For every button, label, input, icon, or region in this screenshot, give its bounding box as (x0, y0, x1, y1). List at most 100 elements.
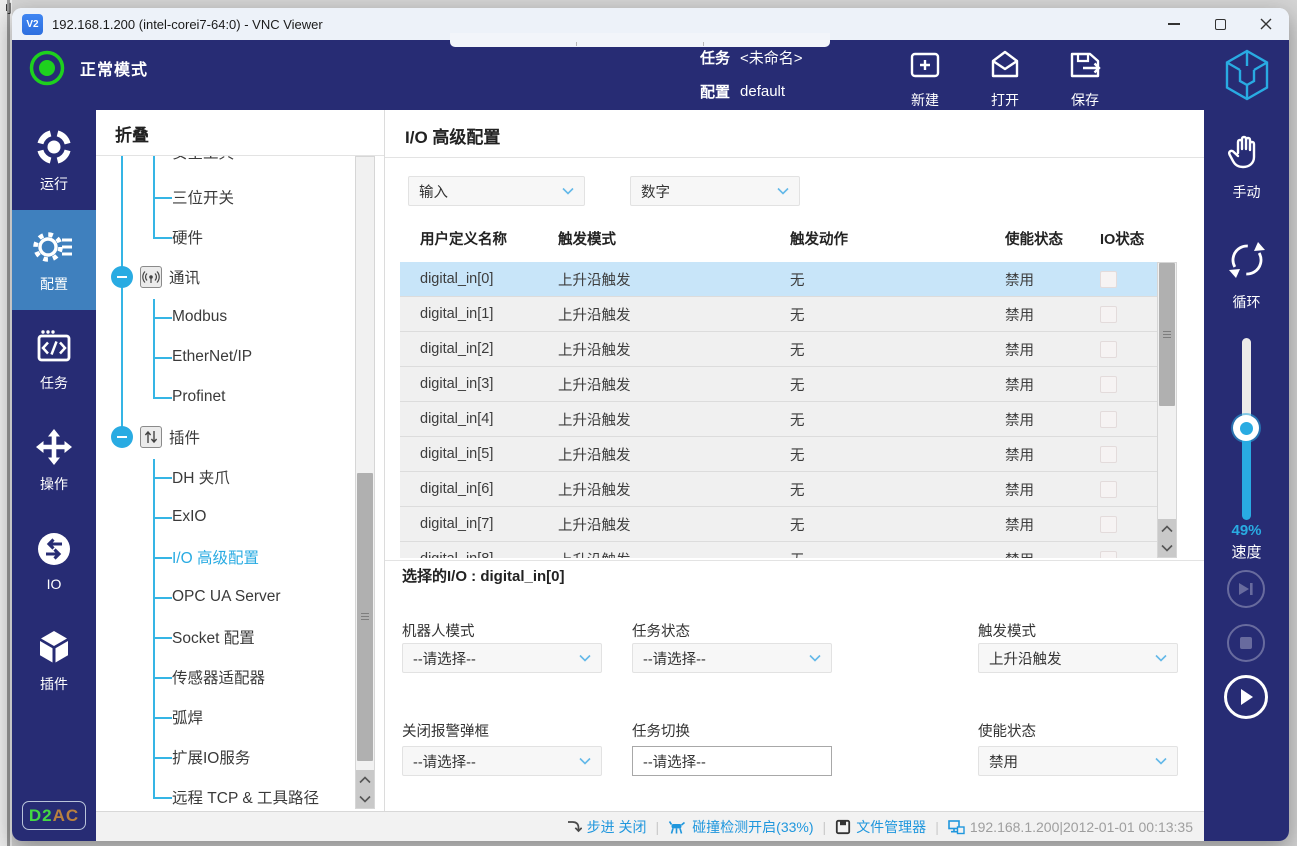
tree-item-plugins[interactable]: 插件 (111, 417, 200, 457)
tree-connector (153, 299, 155, 397)
io-state-checkbox[interactable] (1100, 306, 1117, 323)
io-state-checkbox[interactable] (1100, 341, 1117, 358)
tree-item-ethernet-ip[interactable]: EtherNet/IP (172, 337, 252, 377)
tree-item-sensor-adapter[interactable]: 传感器适配器 (172, 657, 265, 697)
tree-item-hardware[interactable]: 硬件 (172, 217, 203, 257)
chevron-down-icon (579, 654, 591, 662)
io-table: digital_in[0]上升沿触发无禁用 digital_in[1]上升沿触发… (400, 262, 1157, 558)
step-icon (566, 819, 582, 834)
sidebar-item-operate[interactable]: 操作 (12, 410, 96, 510)
speed-percent: 49% (1204, 522, 1289, 539)
table-row[interactable]: digital_in[6]上升沿触发无禁用 (400, 472, 1157, 507)
close-button[interactable] (1243, 8, 1289, 40)
table-scroll-up-button[interactable] (1158, 519, 1176, 538)
stop-button[interactable] (1227, 624, 1265, 662)
io-state-checkbox[interactable] (1100, 481, 1117, 498)
minimize-button[interactable] (1151, 8, 1197, 40)
io-state-checkbox[interactable] (1100, 411, 1117, 428)
task-state-select[interactable]: --请选择-- (632, 643, 832, 673)
io-state-checkbox[interactable] (1100, 551, 1117, 559)
table-row[interactable]: digital_in[1]上升沿触发无禁用 (400, 297, 1157, 332)
config-tree-panel: 折叠 安全工具 三位开关 硬件 (96, 110, 385, 811)
tree-scroll-up-button[interactable] (356, 770, 374, 789)
trigger-mode-select[interactable]: 上升沿触发 (978, 643, 1178, 673)
enable-state-select[interactable]: 禁用 (978, 746, 1178, 776)
table-row[interactable]: digital_in[5]上升沿触发无禁用 (400, 437, 1157, 472)
sidebar-item-run[interactable]: 运行 (12, 110, 96, 210)
vnc-toolbar-tab[interactable] (450, 33, 830, 47)
play-button[interactable] (1224, 675, 1268, 719)
table-scrollbar[interactable] (1157, 262, 1177, 558)
page-title: I/O 高级配置 (405, 123, 500, 148)
io-state-checkbox[interactable] (1100, 516, 1117, 533)
tree-item-extended-io-service[interactable]: 扩展IO服务 (172, 737, 250, 777)
file-manager-button[interactable]: 文件管理器 (835, 817, 926, 837)
config-label: 配置 (700, 81, 730, 102)
tree-collapse-header[interactable]: 折叠 (115, 121, 149, 146)
tree-item-remote-tcp-tool-path[interactable]: 远程 TCP & 工具路径 (172, 777, 319, 811)
communication-antenna-icon (140, 266, 162, 288)
sidebar-item-task[interactable]: 任务 (12, 310, 96, 410)
step-forward-button[interactable] (1227, 570, 1265, 608)
move-arrows-icon (34, 427, 74, 467)
collapse-minus-icon[interactable] (111, 426, 133, 448)
table-row[interactable]: digital_in[2]上升沿触发无禁用 (400, 332, 1157, 367)
table-scroll-down-button[interactable] (1158, 538, 1176, 557)
maximize-button[interactable] (1197, 8, 1243, 40)
new-button[interactable]: 新建 (893, 48, 957, 110)
status-bar: 步进 关闭 | 碰撞检测开启(33%) | 文件管理器 (96, 811, 1204, 841)
table-row[interactable]: digital_in[4]上升沿触发无禁用 (400, 402, 1157, 437)
collapse-minus-icon[interactable] (111, 266, 133, 288)
separator: | (656, 819, 660, 835)
table-row[interactable]: digital_in[0]上升沿触发无禁用 (400, 262, 1157, 297)
chevron-down-icon (1161, 544, 1173, 552)
config-gear-icon (33, 227, 75, 267)
tree-item-dh-gripper[interactable]: DH 夹爪 (172, 457, 230, 497)
step-mode-status[interactable]: 步进 关闭 (566, 817, 647, 837)
speed-slider-thumb[interactable] (1233, 415, 1259, 441)
tree-item-safety-tool[interactable]: 安全工具 (172, 156, 234, 172)
speed-slider-track-lower[interactable] (1242, 428, 1251, 520)
separator: | (935, 819, 939, 835)
open-button[interactable]: 打开 (973, 48, 1037, 110)
table-header: 用户定义名称触发模式触发动作使能状态IO状态 (400, 228, 1157, 249)
sidebar-item-plugin[interactable]: 插件 (12, 610, 96, 710)
tree-scrollbar-thumb[interactable] (357, 473, 373, 761)
save-button[interactable]: 保存 (1053, 48, 1117, 110)
tree-item-socket-config[interactable]: Socket 配置 (172, 617, 255, 657)
robot-mode-select[interactable]: --请选择-- (402, 643, 602, 673)
selected-io-value: digital_in[0] (480, 568, 564, 585)
table-row[interactable]: digital_in[7]上升沿触发无禁用 (400, 507, 1157, 542)
sidebar-item-io[interactable]: IO (12, 510, 96, 610)
io-state-checkbox[interactable] (1100, 376, 1117, 393)
io-state-checkbox[interactable] (1100, 271, 1117, 288)
tree-scroll-down-button[interactable] (356, 789, 374, 808)
table-scrollbar-thumb[interactable] (1159, 263, 1175, 406)
tree-scrollbar[interactable] (355, 156, 375, 809)
vnc-viewer-window: V2 192.168.1.200 (intel-corei7-64:0) - V… (12, 8, 1289, 841)
task-switch-input[interactable] (632, 746, 832, 776)
collision-detection-status[interactable]: 碰撞检测开启(33%) (668, 817, 813, 837)
sidebar-item-config[interactable]: 配置 (12, 210, 96, 310)
tree-item-exio[interactable]: ExIO (172, 497, 206, 537)
task-code-icon (34, 328, 74, 366)
tree-item-modbus[interactable]: Modbus (172, 297, 227, 337)
tree-item-communication[interactable]: 通讯 (111, 257, 200, 297)
brand-logo-icon (1223, 48, 1271, 102)
table-row[interactable]: digital_in[8]上升沿触发无禁用 (400, 542, 1157, 558)
io-state-checkbox[interactable] (1100, 446, 1117, 463)
io-direction-select[interactable]: 输入 (408, 176, 585, 206)
tree-item-three-position-switch[interactable]: 三位开关 (172, 177, 234, 217)
d2ac-badge[interactable]: D2AC (22, 801, 86, 830)
speed-label: 速度 (1204, 541, 1289, 562)
tree-item-profinet[interactable]: Profinet (172, 377, 225, 417)
tree-item-arc-welding[interactable]: 弧焊 (172, 697, 203, 737)
manual-mode-button[interactable]: 手动 (1204, 132, 1289, 202)
tree-item-io-advanced-config[interactable]: I/O 高级配置 (172, 537, 259, 577)
table-row[interactable]: digital_in[3]上升沿触发无禁用 (400, 367, 1157, 402)
io-type-select[interactable]: 数字 (630, 176, 800, 206)
tree-item-opc-ua-server[interactable]: OPC UA Server (172, 577, 281, 617)
close-alarm-select[interactable]: --请选择-- (402, 746, 602, 776)
loop-mode-button[interactable]: 循环 (1204, 238, 1289, 312)
chevron-up-icon (1161, 525, 1173, 533)
